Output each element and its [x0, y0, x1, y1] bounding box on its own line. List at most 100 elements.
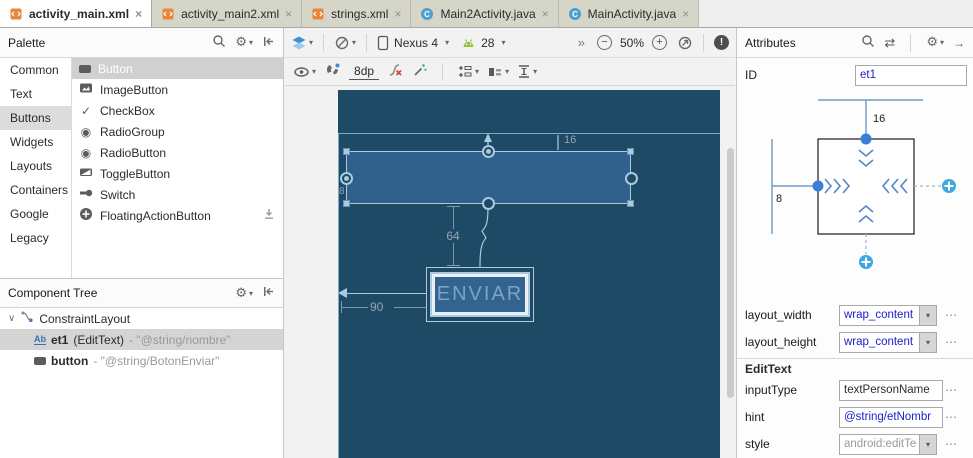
palette-category-google[interactable]: Google — [0, 202, 71, 226]
default-margin-selector[interactable]: 8dp — [349, 64, 379, 80]
layout-height-combo[interactable]: wrap_content ▾ — [839, 332, 937, 353]
hide-panel-icon[interactable] — [262, 285, 275, 301]
palette-item-floatingactionbutton[interactable]: FloatingActionButton — [72, 205, 283, 226]
close-tab-icon[interactable]: × — [682, 7, 689, 21]
zoom-in-button[interactable]: + — [652, 35, 667, 50]
tree-node-constraintlayout[interactable]: ∨ ConstraintLayout — [0, 308, 283, 329]
button-margin-line — [342, 307, 368, 308]
tab-main2activity-java[interactable]: C Main2Activity.java × — [411, 0, 558, 27]
tab-activity-main2-xml[interactable]: activity_main2.xml × — [152, 0, 302, 27]
tab-strings-xml[interactable]: strings.xml × — [302, 0, 411, 27]
anchor-top[interactable] — [482, 145, 495, 158]
close-tab-icon[interactable]: × — [542, 7, 549, 21]
tree-node-et1[interactable]: Ab et1 (EditText) - "@string/nombre" — [0, 329, 283, 350]
chevron-down-icon[interactable]: ▾ — [919, 333, 936, 352]
button-margin-line — [394, 307, 426, 308]
palette-category-common[interactable]: Common — [0, 58, 71, 82]
palette-category-containers[interactable]: Containers — [0, 178, 71, 202]
hint-input[interactable]: @string/etNombr — [839, 407, 943, 428]
design-surface-button[interactable] — [291, 35, 313, 51]
resize-handle-top-right[interactable] — [627, 148, 634, 155]
palette-category-legacy[interactable]: Legacy — [0, 226, 71, 250]
vertical-dimension-label: 64 — [441, 229, 465, 243]
inputtype-label: inputType — [737, 383, 837, 397]
constraint-widget[interactable]: 16 8 — [737, 90, 973, 285]
palette-item-togglebutton[interactable]: ToggleButton — [72, 163, 283, 184]
close-tab-icon[interactable]: × — [135, 7, 142, 21]
divider — [910, 34, 911, 52]
chevron-down-icon — [501, 38, 505, 47]
api-selector[interactable]: 28 — [461, 36, 505, 50]
zoom-out-button[interactable]: − — [597, 35, 612, 50]
palette-category-layouts[interactable]: Layouts — [0, 154, 71, 178]
xml-file-icon — [161, 7, 175, 21]
chevron-down-icon[interactable]: ▾ — [919, 306, 936, 325]
tab-label: activity_main.xml — [29, 7, 129, 21]
palette-item-button[interactable]: Button — [72, 58, 283, 79]
hide-panel-icon[interactable] — [262, 35, 275, 51]
anchor-right[interactable] — [625, 172, 638, 185]
palette-item-switch[interactable]: Switch — [72, 184, 283, 205]
view-options-button[interactable] — [293, 65, 316, 79]
divider — [442, 63, 443, 81]
palette-category-text[interactable]: Text — [0, 82, 71, 106]
search-icon[interactable] — [212, 34, 226, 51]
layout-width-combo[interactable]: wrap_content ▾ — [839, 305, 937, 326]
device-selector[interactable]: Nexus 4 — [377, 35, 449, 51]
tree-options-button[interactable]: ⚙ — [235, 287, 253, 300]
more-options-icon[interactable]: ⋯ — [945, 335, 958, 349]
errors-panel-button[interactable]: ! — [714, 35, 729, 50]
guidelines-button[interactable] — [517, 64, 537, 79]
expand-chevron-icon[interactable]: ∨ — [8, 313, 15, 324]
more-options-icon[interactable]: ⋯ — [945, 410, 958, 424]
style-combo[interactable]: android:editTe ▾ — [839, 434, 937, 455]
clear-constraints-button[interactable] — [387, 62, 404, 81]
more-options-icon[interactable]: ⋯ — [945, 308, 958, 322]
inputtype-input[interactable]: textPersonName — [839, 380, 943, 401]
more-options-icon[interactable]: ⋯ — [945, 383, 958, 397]
id-input[interactable]: et1 — [855, 65, 967, 86]
palette-item-radiogroup[interactable]: ◉ RadioGroup — [72, 121, 283, 142]
chevron-down-icon — [533, 67, 537, 76]
xml-file-icon — [311, 7, 325, 21]
palette-item-radiobutton[interactable]: ◉ RadioButton — [72, 142, 283, 163]
chevron-down-icon — [249, 38, 253, 47]
canvas-scrollbar[interactable] — [727, 148, 734, 398]
chevron-down-icon — [249, 289, 253, 298]
anchor-bottom[interactable] — [482, 197, 495, 210]
palette-options-button[interactable]: ⚙ — [235, 36, 253, 49]
resize-handle-bottom-left[interactable] — [343, 200, 350, 207]
orientation-button[interactable] — [334, 35, 356, 51]
fab-icon — [79, 207, 93, 224]
attributes-options-button[interactable]: ⚙ — [926, 36, 944, 49]
swap-view-icon[interactable]: ⇄ — [884, 35, 895, 51]
tab-mainactivity-java[interactable]: C MainActivity.java × — [559, 0, 700, 27]
autoconnect-toggle[interactable] — [324, 62, 341, 81]
infer-constraints-button[interactable] — [412, 62, 428, 81]
palette-item-imagebutton[interactable]: ImageButton — [72, 79, 283, 100]
tree-node-button[interactable]: button - "@string/BotonEnviar" — [0, 350, 283, 371]
button-widget[interactable]: ENVIAR — [430, 272, 530, 317]
resize-handle-top-left[interactable] — [343, 148, 350, 155]
palette-item-checkbox[interactable]: ✓ CheckBox — [72, 100, 283, 121]
more-options-icon[interactable]: ⋯ — [945, 437, 958, 451]
palette-category-buttons[interactable]: Buttons — [0, 106, 71, 130]
align-button[interactable] — [487, 65, 509, 79]
add-right-constraint-button — [942, 179, 956, 193]
tab-activity-main-xml[interactable]: activity_main.xml × — [0, 0, 152, 27]
close-tab-icon[interactable]: × — [285, 7, 292, 21]
chevron-down-icon[interactable]: ▾ — [919, 435, 936, 454]
resize-handle-bottom-right[interactable] — [627, 200, 634, 207]
overflow-icon[interactable]: » — [578, 35, 585, 50]
design-canvas[interactable]: 16 8 64 ENVIAR 90 — [285, 86, 735, 458]
pack-button[interactable] — [457, 64, 479, 79]
hide-panel-icon[interactable]: → — [953, 36, 965, 50]
close-tab-icon[interactable]: × — [394, 7, 401, 21]
anchor-left[interactable] — [340, 172, 353, 185]
zoom-to-fit-button[interactable] — [677, 35, 693, 51]
chevron-down-icon — [475, 67, 479, 76]
palette-category-widgets[interactable]: Widgets — [0, 130, 71, 154]
device-screen[interactable]: 16 8 64 ENVIAR 90 — [338, 90, 720, 458]
search-icon[interactable] — [861, 34, 875, 51]
java-class-icon: C — [420, 7, 434, 21]
